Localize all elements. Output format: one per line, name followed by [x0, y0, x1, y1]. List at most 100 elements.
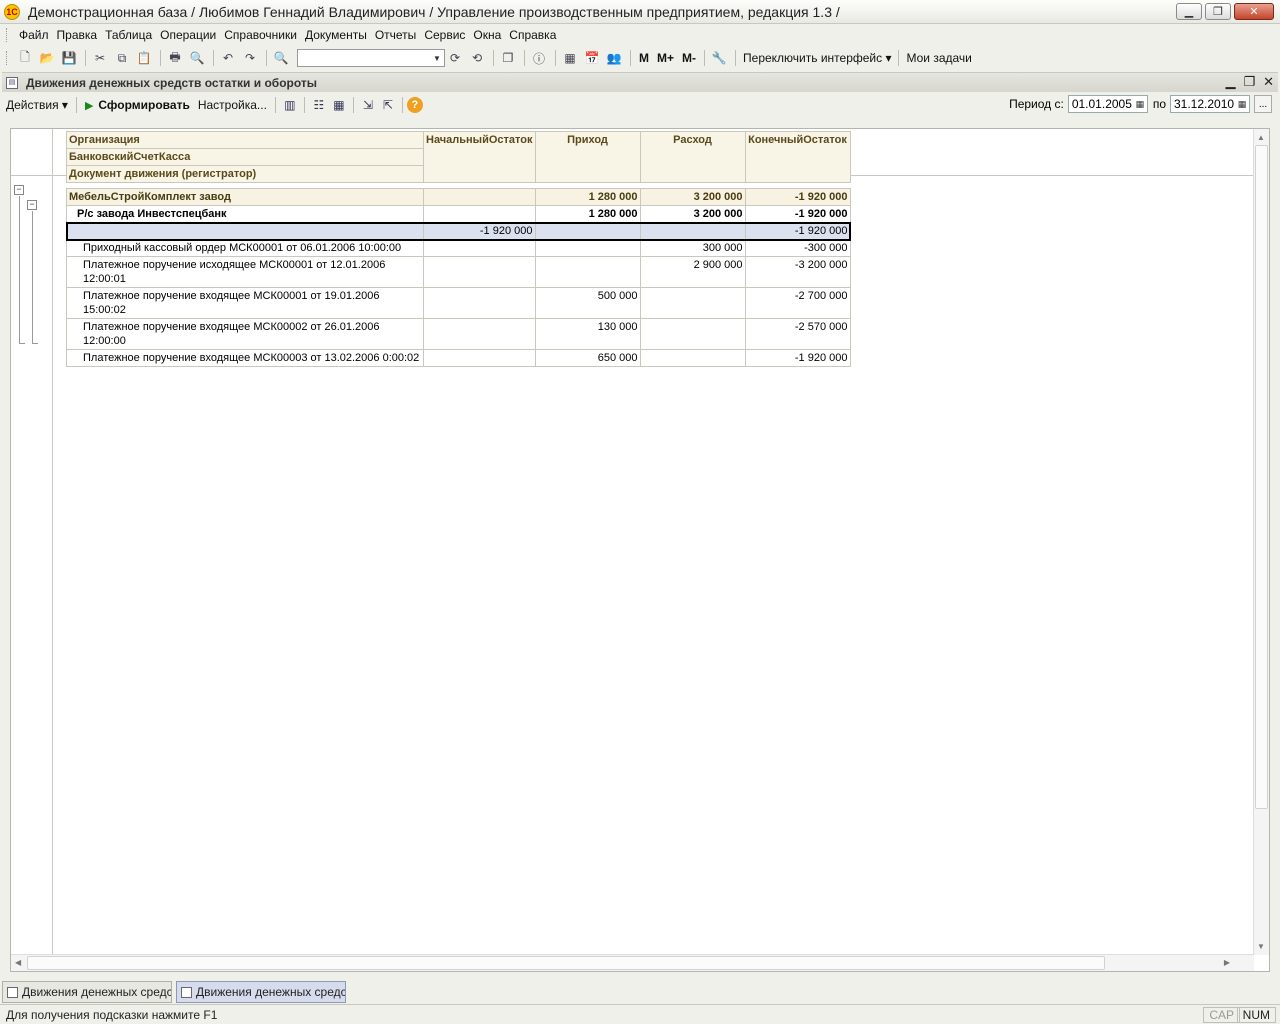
doc-restore-icon[interactable]: ❐ — [1243, 74, 1255, 90]
minimize-icon[interactable]: ▁ — [1176, 3, 1202, 20]
table-row[interactable]: Платежное поручение входящее МСК00002 от… — [66, 318, 851, 350]
report-doc-icon — [181, 986, 192, 998]
document-title: Движения денежных средств остатки и обор… — [26, 75, 318, 90]
header-income: Приход — [534, 131, 641, 183]
separator — [160, 50, 161, 66]
undo-icon[interactable]: ↶ — [218, 49, 238, 67]
doc-minimize-icon[interactable]: ▁ — [1225, 74, 1235, 90]
period-from-value: 01.01.2005 — [1071, 97, 1132, 111]
table-row[interactable]: Приходный кассовый ордер МСК00001 от 06.… — [66, 239, 851, 257]
window-tab[interactable]: Движения денежных средс... — [2, 981, 172, 1003]
doc-start — [423, 287, 536, 319]
separator — [303, 97, 305, 113]
chevron-down-icon[interactable]: ▼ — [430, 50, 444, 66]
menu-operations[interactable]: Операции — [156, 28, 220, 42]
load-settings-icon[interactable]: ⇲ — [358, 96, 378, 114]
generate-button[interactable]: ▶ Сформировать — [85, 98, 190, 112]
selected-end: -1 920 000 — [744, 222, 851, 240]
horizontal-scrollbar[interactable]: ◀ ▶ — [11, 954, 1254, 971]
menu-help[interactable]: Справка — [505, 28, 560, 42]
maximize-icon[interactable]: ❐ — [1205, 3, 1231, 20]
table-row[interactable]: Платежное поручение исходящее МСК00001 о… — [66, 256, 851, 288]
my-tasks-button[interactable]: Мои задачи — [906, 51, 971, 65]
memory-m-button[interactable]: М — [639, 51, 649, 65]
copy-icon[interactable]: ⧉ — [112, 49, 132, 67]
scroll-thumb[interactable] — [27, 956, 1105, 970]
period-from-label: Период с: — [1009, 97, 1064, 111]
find-next-icon[interactable]: ⟳ — [445, 49, 465, 67]
report-doc-icon: ▤ — [6, 76, 18, 89]
switch-interface-button[interactable]: Переключить интерфейс ▾ — [743, 51, 891, 65]
selected-row[interactable]: -1 920 000 -1 920 000 — [65, 221, 851, 241]
info-icon[interactable]: ⓘ — [529, 49, 549, 67]
org-row[interactable]: МебельСтройКомплект завод 1 280 000 3 20… — [66, 188, 851, 206]
calendar-icon[interactable]: ▦ — [1134, 97, 1146, 111]
open-folder-icon[interactable]: 📂 — [37, 49, 57, 67]
vertical-scrollbar[interactable]: ▲ ▼ — [1253, 129, 1269, 955]
separator — [898, 50, 900, 66]
save-icon[interactable]: 💾 — [59, 49, 79, 67]
menu-reports[interactable]: Отчеты — [371, 28, 420, 42]
chart-icon[interactable]: ▥ — [280, 96, 300, 114]
menu-service[interactable]: Сервис — [420, 28, 469, 42]
report-spreadsheet[interactable]: − − Организация НачальныйОстаток Приход … — [10, 128, 1270, 972]
window-tabs: Движения денежных средс... Движения дене… — [0, 980, 1280, 1004]
collapse-org-icon[interactable]: − — [14, 185, 24, 195]
print-preview-icon[interactable]: 🔍 — [187, 49, 207, 67]
search-input[interactable]: ▼ — [297, 49, 445, 67]
header-expense: Расход — [639, 131, 746, 183]
separator — [266, 50, 267, 66]
selected-expense — [639, 222, 746, 240]
settings-button[interactable]: Настройка... — [198, 98, 267, 112]
menu-table[interactable]: Таблица — [101, 28, 156, 42]
tree-icon[interactable]: ☷ — [309, 96, 329, 114]
scroll-down-icon[interactable]: ▼ — [1257, 942, 1265, 951]
header-row: Организация НачальныйОстаток Приход Расх… — [66, 131, 851, 183]
doc-end: -2 570 000 — [744, 318, 851, 350]
separator — [274, 97, 276, 113]
memory-plus-button[interactable]: М+ — [657, 51, 674, 65]
cut-icon[interactable]: ✂ — [90, 49, 110, 67]
window-tab-active[interactable]: Движения денежных средс... — [176, 981, 346, 1003]
menu-file[interactable]: Файл — [15, 28, 53, 42]
memory-minus-button[interactable]: М- — [682, 51, 696, 65]
menu-documents[interactable]: Документы — [301, 28, 371, 42]
scroll-right-icon[interactable]: ▶ — [1224, 958, 1230, 967]
actions-menu[interactable]: Действия ▾ — [6, 98, 68, 112]
scroll-left-icon[interactable]: ◀ — [15, 958, 21, 967]
scroll-thumb[interactable] — [1255, 145, 1268, 809]
calendar-icon[interactable]: 📅 — [582, 49, 602, 67]
menu-edit[interactable]: Правка — [53, 28, 102, 42]
redo-icon[interactable]: ↷ — [240, 49, 260, 67]
windows-icon[interactable]: ❐ — [498, 49, 518, 67]
separator — [401, 97, 403, 113]
calculator-icon[interactable]: ▦ — [560, 49, 580, 67]
print-icon[interactable]: 🖶 — [165, 49, 185, 67]
account-row[interactable]: Р/с завода Инвестспецбанк 1 280 000 3 20… — [66, 205, 851, 223]
menu-catalogs[interactable]: Справочники — [220, 28, 301, 42]
find-prev-icon[interactable]: ⟲ — [467, 49, 487, 67]
close-icon[interactable]: ✕ — [1234, 3, 1274, 20]
table-row[interactable]: Платежное поручение входящее МСК00001 от… — [66, 287, 851, 319]
menu-windows[interactable]: Окна — [469, 28, 505, 42]
calendar-icon[interactable]: ▦ — [1236, 97, 1248, 111]
collapse-account-icon[interactable]: − — [27, 200, 37, 210]
period-to-field[interactable]: 31.12.2010 ▦ — [1170, 95, 1250, 113]
doc-close-icon[interactable]: ✕ — [1263, 74, 1274, 90]
save-settings-icon[interactable]: ⇱ — [378, 96, 398, 114]
account-expense: 3 200 000 — [639, 205, 746, 223]
scroll-up-icon[interactable]: ▲ — [1257, 133, 1265, 142]
tools-icon[interactable]: 🔧 — [709, 49, 729, 67]
doc-start — [423, 318, 536, 350]
separator — [352, 97, 354, 113]
period-more-button[interactable]: ... — [1254, 95, 1272, 113]
table-row[interactable]: Платежное поручение входящее МСК00003 от… — [66, 349, 851, 367]
period-from-field[interactable]: 01.01.2005 ▦ — [1067, 95, 1148, 113]
table-icon[interactable]: ▦ — [329, 96, 349, 114]
account-start — [423, 205, 536, 223]
paste-icon[interactable]: 📋 — [134, 49, 154, 67]
new-document-icon[interactable]: 🗋 — [15, 49, 35, 67]
search-icon[interactable]: 🔍 — [271, 49, 291, 67]
users-icon[interactable]: 👥 — [604, 49, 624, 67]
help-icon[interactable]: ? — [406, 97, 423, 113]
